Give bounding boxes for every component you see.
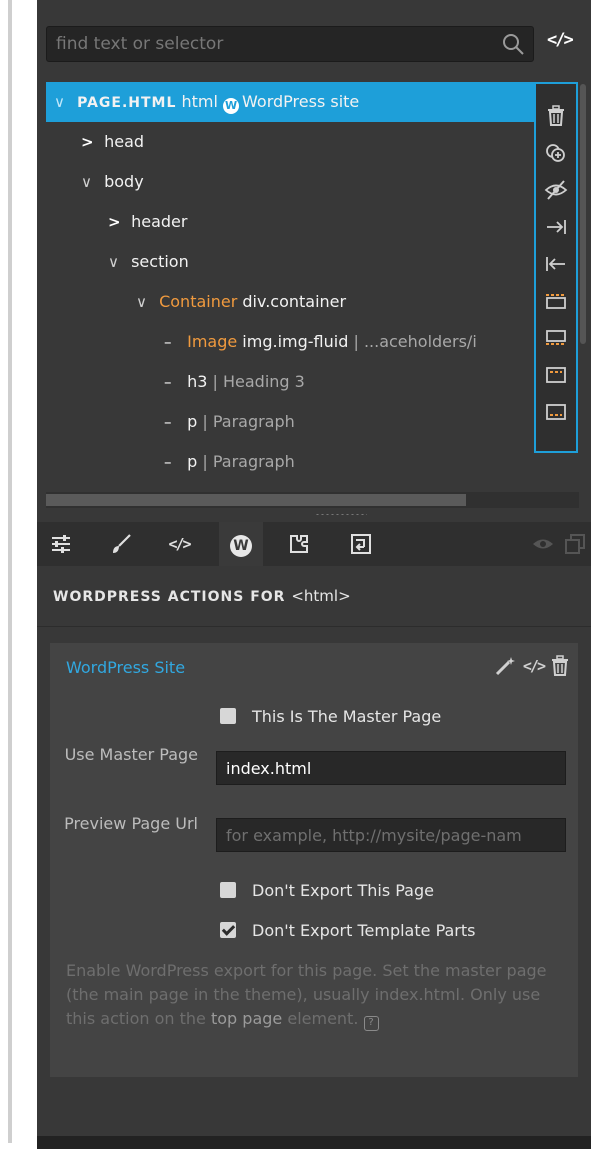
tab-code[interactable]: </> — [157, 522, 201, 566]
divider — [37, 626, 591, 627]
dont-export-page-row[interactable]: Don't Export This Page — [220, 878, 434, 902]
undock-icon[interactable] — [553, 522, 591, 566]
tree-vertical-scrollbar[interactable] — [580, 84, 586, 344]
use-master-page-label: Use Master Page — [64, 745, 198, 764]
tree-row-head[interactable]: > head — [46, 122, 536, 162]
chevron-down-icon[interactable]: ∨ — [54, 82, 72, 122]
dont-export-parts-row[interactable]: Don't Export Template Parts — [220, 918, 475, 942]
tree-horizontal-scrollbar[interactable] — [46, 494, 466, 506]
help-text: Enable WordPress export for this page. S… — [66, 959, 566, 1031]
tree-row-paragraph[interactable]: – p | Paragraph — [46, 402, 536, 442]
insert-before-icon[interactable] — [540, 285, 572, 317]
card-title[interactable]: WordPress Site — [66, 658, 185, 677]
element-tree: ∨ PAGE.HTML html W WordPress site > head … — [37, 80, 591, 480]
tree-row-paragraph[interactable]: – p | Paragraph — [46, 442, 536, 482]
tab-components[interactable] — [277, 522, 321, 566]
wordpress-actions-heading: WORDPRESS ACTIONS FOR <html> — [53, 587, 351, 605]
search-input[interactable] — [47, 27, 487, 61]
outdent-icon[interactable] — [540, 248, 572, 280]
top-page-link[interactable]: top page — [211, 1009, 282, 1028]
hide-eye-icon[interactable] — [540, 174, 572, 206]
inspector-tabs: </> W — [37, 522, 591, 566]
tree-row-image[interactable]: – Image img.img-fluid | ...aceholders/i — [46, 322, 536, 362]
panel-splitter-handle[interactable] — [37, 508, 591, 522]
tree-row-page[interactable]: ∨ PAGE.HTML html W WordPress site — [46, 82, 536, 122]
tab-wordpress[interactable]: W — [219, 522, 263, 566]
tree-row-section[interactable]: ∨ section — [46, 242, 536, 282]
wordpress-icon: W — [223, 98, 240, 114]
help-icon[interactable]: ? — [363, 1016, 379, 1031]
chevron-right-icon[interactable]: > — [108, 202, 126, 242]
code-view-toggle-button[interactable]: </> — [547, 30, 583, 58]
chevron-right-icon[interactable]: > — [81, 122, 99, 162]
dash-icon: – — [164, 413, 172, 431]
import-icon — [351, 534, 371, 554]
use-master-page-input[interactable] — [216, 751, 566, 785]
wordpress-icon: W — [230, 534, 252, 557]
search-box — [46, 26, 534, 62]
master-page-checkbox-row[interactable]: This Is The Master Page — [220, 704, 441, 728]
insert-after-icon[interactable] — [540, 322, 572, 354]
trash-icon[interactable] — [540, 100, 572, 132]
duplicate-add-icon[interactable] — [540, 137, 572, 169]
append-inside-icon[interactable] — [540, 396, 572, 428]
preview-page-url-input[interactable] — [216, 818, 566, 852]
element-actions-toolbar — [534, 82, 578, 453]
chevron-down-icon[interactable]: ∨ — [136, 282, 154, 322]
master-page-checkbox[interactable] — [220, 708, 236, 724]
wordpress-site-action-card: WordPress Site </> This Is The Master Pa… — [50, 643, 578, 1077]
bottom-bar — [37, 1136, 591, 1149]
code-icon: </> — [168, 535, 191, 553]
preview-page-url-label: Preview Page Url — [64, 814, 198, 833]
dash-icon: – — [164, 373, 172, 391]
search-icon[interactable] — [501, 32, 527, 56]
tree-row-header[interactable]: > header — [46, 202, 536, 242]
chevron-down-icon[interactable]: ∨ — [81, 162, 99, 202]
indent-icon[interactable] — [540, 211, 572, 243]
trash-icon[interactable] — [550, 655, 570, 677]
chevron-down-icon[interactable]: ∨ — [108, 242, 126, 282]
tab-properties[interactable] — [39, 522, 83, 566]
prepend-inside-icon[interactable] — [540, 359, 572, 391]
magic-wand-icon[interactable] — [495, 656, 517, 676]
dash-icon: – — [164, 333, 172, 351]
tab-export[interactable] — [339, 522, 383, 566]
dont-export-parts-checkbox[interactable] — [220, 922, 236, 938]
dash-icon: – — [164, 453, 172, 471]
card-tools: </> — [495, 653, 570, 679]
tab-styles[interactable] — [99, 522, 143, 566]
element-tree-panel: </> ∨ PAGE.HTML html WWordPress site > h… — [37, 0, 591, 1149]
code-icon[interactable]: </> — [523, 657, 546, 675]
sliders-icon — [52, 535, 70, 553]
left-edge-strip — [8, 0, 12, 1143]
puzzle-icon — [290, 535, 308, 553]
dont-export-page-checkbox[interactable] — [220, 882, 236, 898]
brush-icon — [113, 534, 131, 553]
tree-row-h3[interactable]: – h3 | Heading 3 — [46, 362, 536, 402]
tree-row-body[interactable]: ∨ body — [46, 162, 536, 202]
tree-row-container[interactable]: ∨ Container div.container — [46, 282, 536, 322]
